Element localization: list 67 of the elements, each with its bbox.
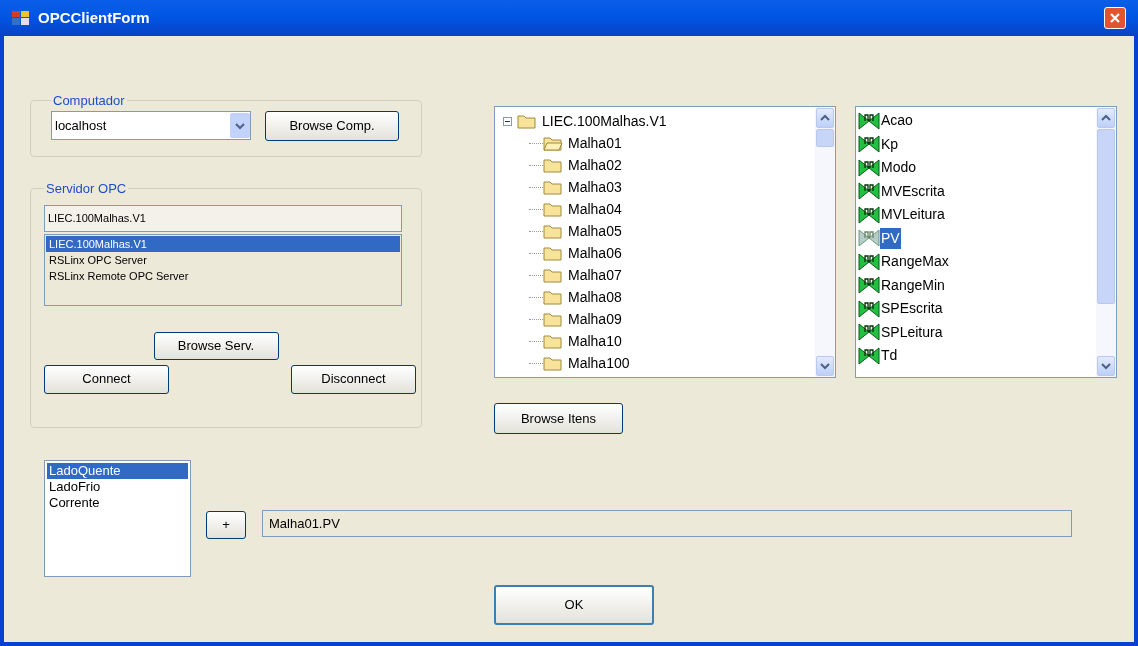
scrollbar-thumb[interactable] bbox=[816, 129, 834, 147]
browse-computer-button[interactable]: Browse Comp. bbox=[265, 110, 399, 141]
tree-node[interactable]: Malha06 bbox=[568, 242, 622, 264]
variable-list-item[interactable]: LadoFrio bbox=[47, 479, 188, 495]
item-list-entry[interactable]: Td bbox=[880, 345, 899, 367]
tag-icon bbox=[858, 135, 880, 154]
close-icon bbox=[1109, 12, 1121, 24]
server-text-field[interactable]: LIEC.100Malhas.V1 bbox=[44, 204, 402, 232]
tag-icon bbox=[858, 299, 880, 318]
variable-list-item[interactable]: LadoQuente bbox=[47, 463, 188, 479]
group-label: Servidor OPC bbox=[45, 180, 128, 198]
tag-icon bbox=[858, 182, 880, 201]
browse-items-button[interactable]: Browse Itens bbox=[494, 403, 623, 434]
ok-button[interactable]: OK bbox=[494, 585, 654, 625]
tag-icon bbox=[858, 229, 880, 248]
item-list-entry[interactable]: RangeMax bbox=[880, 251, 950, 273]
tree-node[interactable]: Malha08 bbox=[568, 286, 622, 308]
vertical-scrollbar[interactable] bbox=[815, 107, 835, 377]
app-icon bbox=[12, 10, 30, 26]
add-button[interactable]: + bbox=[206, 511, 246, 539]
vertical-scrollbar[interactable] bbox=[1096, 107, 1116, 377]
server-list-item[interactable]: RSLinx OPC Server bbox=[46, 251, 400, 268]
tag-icon bbox=[858, 276, 880, 295]
computer-combo-box[interactable]: localhost bbox=[51, 111, 251, 140]
scroll-down-button[interactable] bbox=[816, 356, 834, 376]
item-list-entry[interactable]: MVEscrita bbox=[880, 180, 946, 202]
scrollbar-thumb[interactable] bbox=[1097, 129, 1115, 304]
item-list-entry[interactable]: PV bbox=[880, 227, 901, 249]
tag-icon bbox=[858, 323, 880, 342]
tree-node[interactable]: Malha05 bbox=[568, 220, 622, 242]
scroll-down-button[interactable] bbox=[1097, 356, 1115, 376]
folder-icon bbox=[517, 113, 537, 129]
item-list-entry[interactable]: MVLeitura bbox=[880, 204, 946, 226]
tag-icon bbox=[858, 252, 880, 271]
tree-node[interactable]: Malha09 bbox=[568, 308, 622, 330]
group-label: Computador bbox=[52, 92, 126, 110]
item-list-entry[interactable]: Modo bbox=[880, 157, 918, 179]
close-button[interactable] bbox=[1104, 7, 1126, 29]
scroll-up-button[interactable] bbox=[816, 108, 834, 128]
item-list-entry[interactable]: Acao bbox=[880, 110, 914, 132]
connect-button[interactable]: Connect bbox=[44, 364, 169, 394]
tag-icon bbox=[858, 111, 880, 130]
item-path-field[interactable]: Malha01.PV bbox=[262, 510, 1072, 537]
tree-node[interactable]: Malha04 bbox=[568, 198, 622, 220]
tree-node[interactable]: Malha100 bbox=[568, 352, 630, 374]
tree-node[interactable]: Malha07 bbox=[568, 264, 622, 286]
tree-node[interactable]: Malha02 bbox=[568, 154, 622, 176]
window-title: OPCClientForm bbox=[38, 7, 150, 28]
item-list-entry[interactable]: RangeMin bbox=[880, 274, 946, 296]
scroll-up-button[interactable] bbox=[1097, 108, 1115, 128]
tag-icon bbox=[858, 205, 880, 224]
tree-node[interactable]: Malha03 bbox=[568, 176, 622, 198]
variable-list-item[interactable]: Corrente bbox=[47, 495, 188, 511]
dropdown-caret-icon bbox=[235, 121, 245, 130]
tag-icon bbox=[858, 346, 880, 365]
server-list-item[interactable]: LIEC.100Malhas.V1 bbox=[46, 235, 400, 252]
item-list-entry[interactable]: SPLeitura bbox=[880, 321, 944, 343]
item-list-entry[interactable]: SPEscrita bbox=[880, 298, 944, 320]
tag-icon bbox=[858, 158, 880, 177]
tree-node[interactable]: Malha01 bbox=[568, 132, 622, 154]
browse-server-button[interactable]: Browse Serv. bbox=[153, 331, 279, 360]
collapse-icon[interactable] bbox=[503, 116, 512, 126]
server-list-item[interactable]: RSLinx Remote OPC Server bbox=[46, 267, 400, 284]
tree-node[interactable]: LIEC.100Malhas.V1 bbox=[542, 110, 667, 132]
item-list-entry[interactable]: Kp bbox=[880, 133, 900, 155]
disconnect-button[interactable]: Disconnect bbox=[291, 364, 416, 394]
tree-node[interactable]: Malha10 bbox=[568, 330, 622, 352]
